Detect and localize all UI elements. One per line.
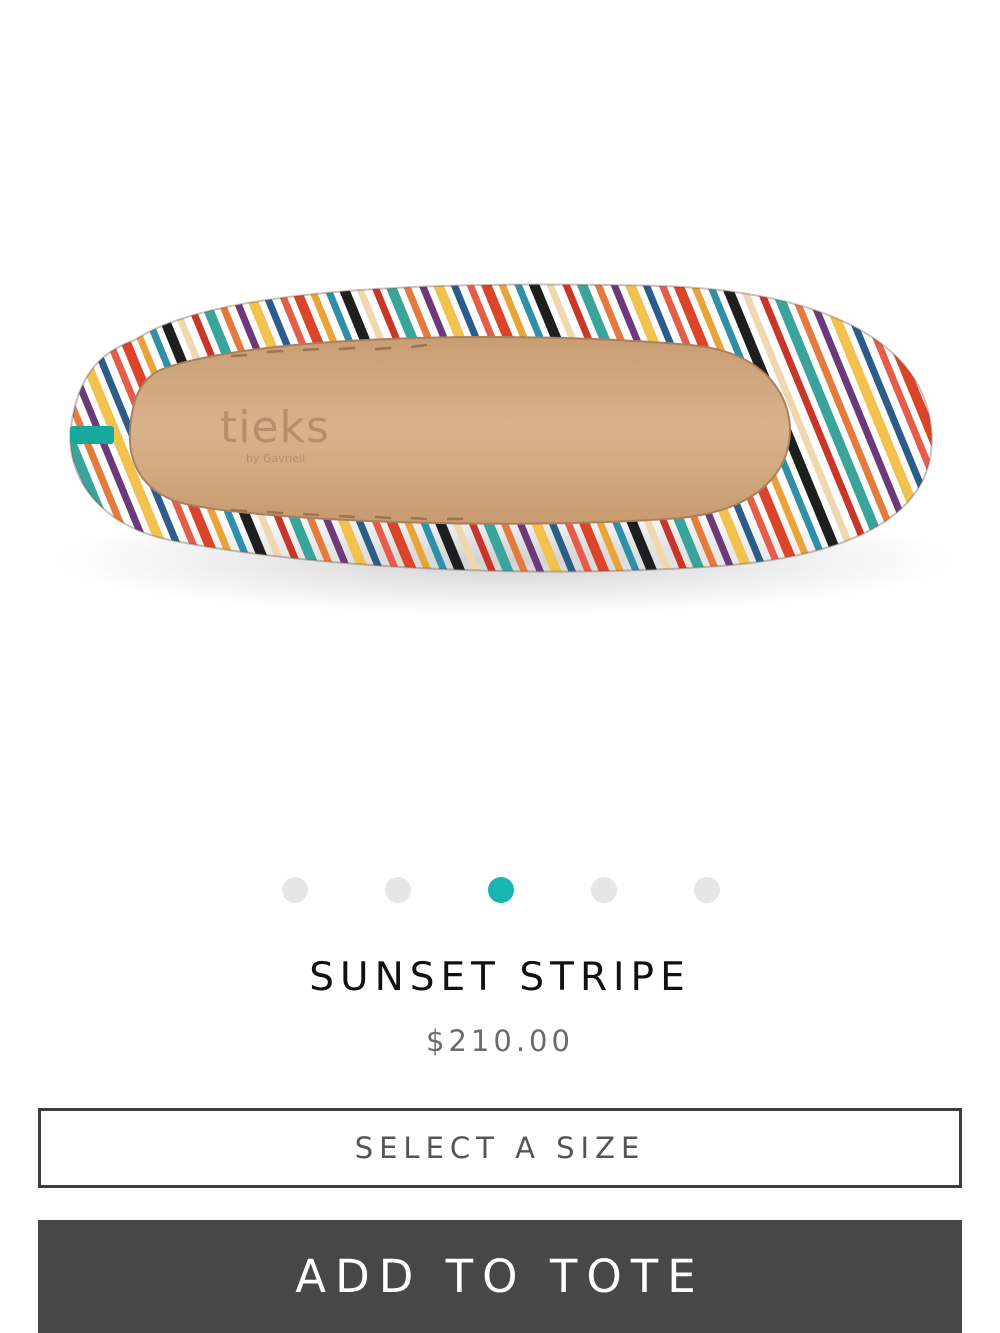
add-to-tote-label: ADD TO TOTE: [295, 1250, 705, 1303]
heel-tab: [70, 426, 114, 444]
product-title: SUNSET STRIPE: [309, 955, 691, 1000]
select-size-button[interactable]: SELECT A SIZE: [38, 1108, 962, 1188]
insole-logo: tieks: [220, 402, 330, 453]
shoe-illustration: tieks by Gavrieli: [55, 283, 955, 615]
select-size-label: SELECT A SIZE: [354, 1131, 646, 1165]
carousel-dot-5[interactable]: [694, 877, 720, 903]
carousel-dot-1[interactable]: [282, 877, 308, 903]
image-carousel-dots: [0, 876, 1000, 904]
carousel-dot-2[interactable]: [385, 877, 411, 903]
carousel-dot-3[interactable]: [488, 877, 514, 903]
product-price: $210.00: [426, 1024, 574, 1058]
carousel-dot-4[interactable]: [591, 877, 617, 903]
product-image[interactable]: tieks by Gavrieli: [0, 0, 1000, 840]
add-to-tote-button[interactable]: ADD TO TOTE: [38, 1220, 962, 1333]
insole-sublogo: by Gavrieli: [246, 452, 305, 465]
